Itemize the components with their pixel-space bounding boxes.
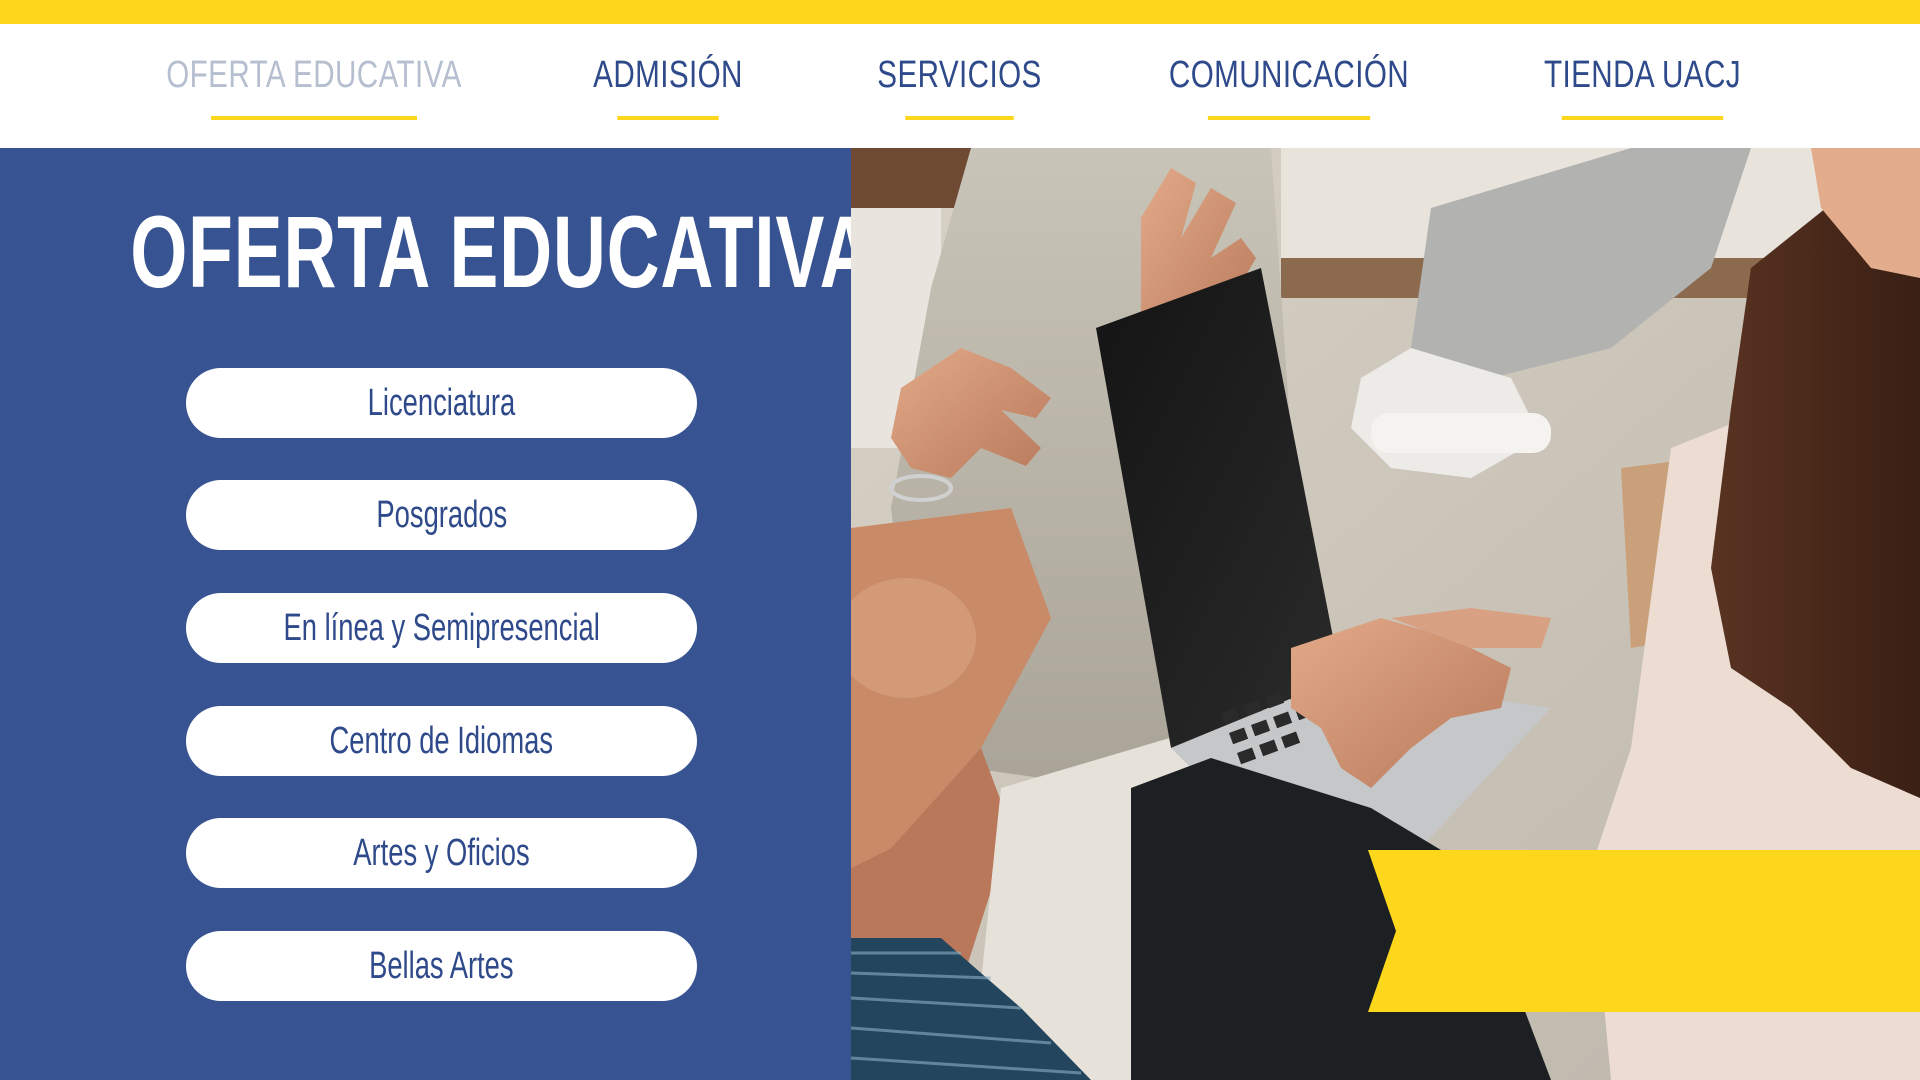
page: OFERTA EDUCATIVA ADMISIÓN SERVICIOS COMU… <box>0 0 1920 1080</box>
nav-admision[interactable]: ADMISIÓN <box>593 54 742 120</box>
yellow-ribbon-banner <box>1368 850 1920 1012</box>
licenciatura-button[interactable]: Licenciatura <box>186 368 697 438</box>
nav-comunicacion-label: COMUNICACIÓN <box>1168 54 1410 96</box>
oferta-educativa-panel: OFERTA EDUCATIVA Licenciatura Posgrados … <box>0 148 874 1080</box>
panel-title: OFERTA EDUCATIVA <box>130 195 874 309</box>
nav-servicios-label: SERVICIOS <box>877 54 1042 96</box>
nav-underline <box>905 116 1014 120</box>
artes-y-oficios-button[interactable]: Artes y Oficios <box>186 818 697 888</box>
nav-comunicacion[interactable]: COMUNICACIÓN <box>1169 54 1409 120</box>
posgrados-button-label: Posgrados <box>376 493 507 536</box>
licenciatura-button-label: Licenciatura <box>367 381 516 424</box>
nav-underline <box>1561 116 1724 120</box>
centro-de-idiomas-button-label: Centro de Idiomas <box>329 719 554 762</box>
nav-underline <box>617 116 719 120</box>
nav-oferta-educativa-label: OFERTA EDUCATIVA <box>166 54 462 96</box>
nav-underline <box>1207 116 1371 120</box>
main-navigation: OFERTA EDUCATIVA ADMISIÓN SERVICIOS COMU… <box>0 24 1920 148</box>
bellas-artes-button-label: Bellas Artes <box>369 944 514 987</box>
en-linea-semipresencial-button[interactable]: En línea y Semipresencial <box>186 593 697 663</box>
en-linea-semipresencial-button-label: En línea y Semipresencial <box>283 606 600 649</box>
nav-tienda-uacj-label: TIENDA UACJ <box>1544 54 1741 96</box>
nav-tienda-uacj[interactable]: TIENDA UACJ <box>1544 54 1741 120</box>
centro-de-idiomas-button[interactable]: Centro de Idiomas <box>186 706 697 776</box>
nav-underline <box>211 116 417 120</box>
bellas-artes-button[interactable]: Bellas Artes <box>186 931 697 1001</box>
nav-oferta-educativa[interactable]: OFERTA EDUCATIVA <box>166 54 461 120</box>
artes-y-oficios-button-label: Artes y Oficios <box>353 831 530 874</box>
nav-servicios[interactable]: SERVICIOS <box>877 54 1041 120</box>
top-accent-bar <box>0 0 1920 24</box>
nav-admision-label: ADMISIÓN <box>593 54 743 96</box>
posgrados-button[interactable]: Posgrados <box>186 480 697 550</box>
